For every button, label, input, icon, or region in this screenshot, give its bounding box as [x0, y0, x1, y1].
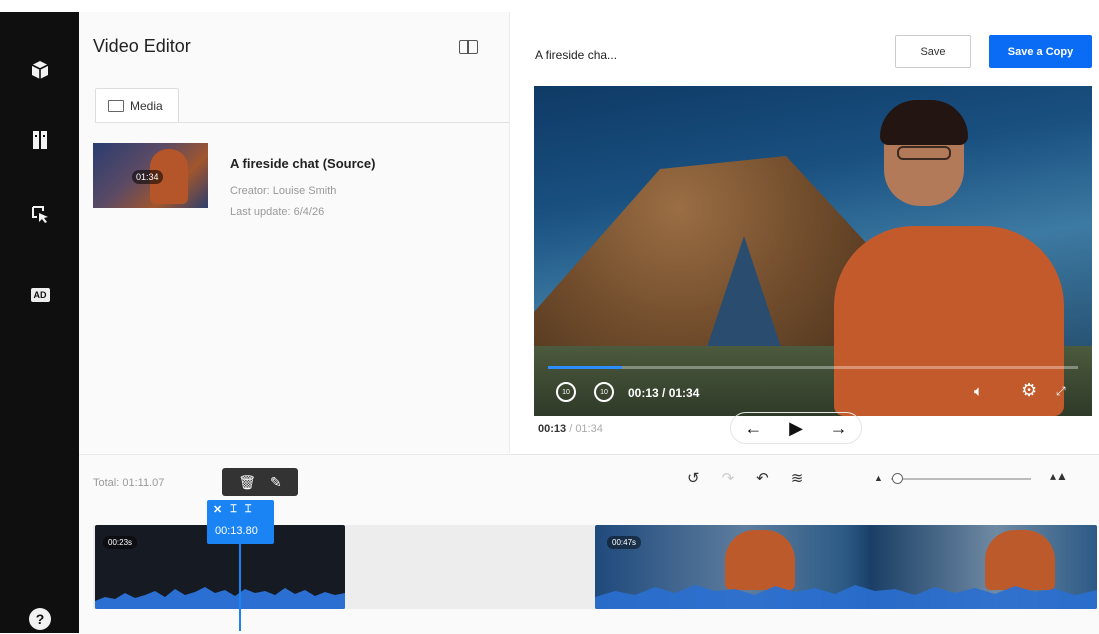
- time-readout: 00:13 / 01:34: [538, 423, 603, 435]
- video-player[interactable]: 10 10 00:13 / 01:34 🔈︎ ⚙ ⤢: [534, 86, 1092, 416]
- page-title: Video Editor: [93, 36, 191, 56]
- volume-icon[interactable]: 🔈︎: [974, 383, 983, 400]
- current-time: 00:13: [538, 423, 567, 435]
- preview-panel: A fireside cha... Save Save a Copy 10 10…: [510, 12, 1099, 453]
- restore-icon[interactable]: ↺: [687, 469, 700, 487]
- media-item-creator: Creator: Louise Smith: [230, 185, 337, 197]
- save-copy-button[interactable]: Save a Copy: [989, 35, 1092, 68]
- edit-pen-icon[interactable]: ✎: [270, 474, 282, 491]
- tab-media[interactable]: Media: [95, 88, 179, 122]
- trash-icon[interactable]: 🗑︎: [238, 474, 256, 491]
- playhead-line[interactable]: [239, 544, 241, 631]
- media-item-updated: Last update: 6/4/26: [230, 206, 325, 218]
- redo-icon[interactable]: ↷: [722, 469, 735, 487]
- cube-icon[interactable]: [28, 58, 52, 82]
- ad-badge-label: AD: [30, 288, 50, 302]
- fullscreen-icon[interactable]: ⤢: [1056, 384, 1066, 399]
- split-view-icon[interactable]: [459, 40, 478, 54]
- timeline-clip[interactable]: 00:47s: [595, 525, 1097, 609]
- video-person-glasses: [897, 146, 951, 160]
- tab-media-label: Media: [130, 98, 163, 113]
- help-icon[interactable]: ?: [29, 608, 51, 630]
- arrow-right-icon[interactable]: →: [830, 418, 848, 439]
- save-button[interactable]: Save: [895, 35, 971, 68]
- timeline-panel: Total: 01:11.07 🗑︎ ✎ ↺ ↷ ↶ ≋ ▲ ▴▲ 00:23s…: [79, 454, 1099, 634]
- audio-waveform: [95, 587, 345, 609]
- zoom-slider[interactable]: [891, 478, 1031, 480]
- media-panel: Video Editor Media 01:34 A fireside chat…: [79, 12, 510, 453]
- undo-icon[interactable]: ↶: [756, 469, 769, 487]
- time-separator: /: [566, 423, 576, 435]
- settings-gear-icon[interactable]: ⚙: [1021, 380, 1037, 401]
- media-item-title[interactable]: A fireside chat (Source): [230, 156, 375, 171]
- playhead-tools: ✕ ⌶ ⌶: [213, 503, 251, 516]
- rewind-10-icon[interactable]: 10: [556, 382, 576, 402]
- playhead[interactable]: ✕ ⌶ ⌶ 00:13.80: [207, 500, 274, 544]
- timeline-toolbar: ↺ ↷ ↶ ≋: [687, 469, 803, 487]
- clip-tools: 🗑︎ ✎: [222, 468, 298, 496]
- zoom-in-icon[interactable]: ▴▲: [1050, 469, 1068, 483]
- zoom-slider-thumb[interactable]: [892, 473, 903, 484]
- ad-icon[interactable]: AD: [28, 283, 52, 307]
- close-icon[interactable]: ✕: [213, 503, 222, 516]
- timeline-total: Total: 01:11.07: [93, 477, 165, 489]
- cursor-select-icon[interactable]: [28, 202, 52, 226]
- forward-10-icon[interactable]: 10: [594, 382, 614, 402]
- book-icon[interactable]: [28, 128, 52, 152]
- clip-duration-label: 00:23s: [103, 536, 138, 549]
- play-icon[interactable]: ▶: [789, 418, 803, 439]
- sidebar: AD ?: [0, 12, 79, 633]
- video-title: A fireside cha...: [535, 48, 618, 62]
- zoom-out-icon[interactable]: ▲: [874, 473, 883, 483]
- video-scrubber-progress: [548, 366, 623, 369]
- video-person-hair: [880, 100, 968, 145]
- total-time: 01:34: [575, 423, 603, 435]
- split-right-icon[interactable]: ⌶: [245, 503, 252, 516]
- player-controls: ← ▶ →: [730, 412, 862, 444]
- tab-divider: [95, 122, 509, 123]
- folder-icon: [108, 99, 124, 112]
- split-left-icon[interactable]: ⌶: [230, 503, 237, 516]
- media-thumbnail[interactable]: 01:34: [93, 143, 208, 208]
- thumbnail-duration: 01:34: [132, 170, 163, 184]
- video-overlay-time: 00:13 / 01:34: [628, 386, 700, 400]
- playhead-time: 00:13.80: [215, 525, 258, 537]
- waveform-icon[interactable]: ≋: [791, 469, 804, 487]
- arrow-left-icon[interactable]: ←: [744, 418, 762, 439]
- video-scrubber[interactable]: [548, 366, 1078, 369]
- audio-waveform: [595, 585, 1097, 609]
- clip-duration-label: 00:47s: [607, 536, 642, 549]
